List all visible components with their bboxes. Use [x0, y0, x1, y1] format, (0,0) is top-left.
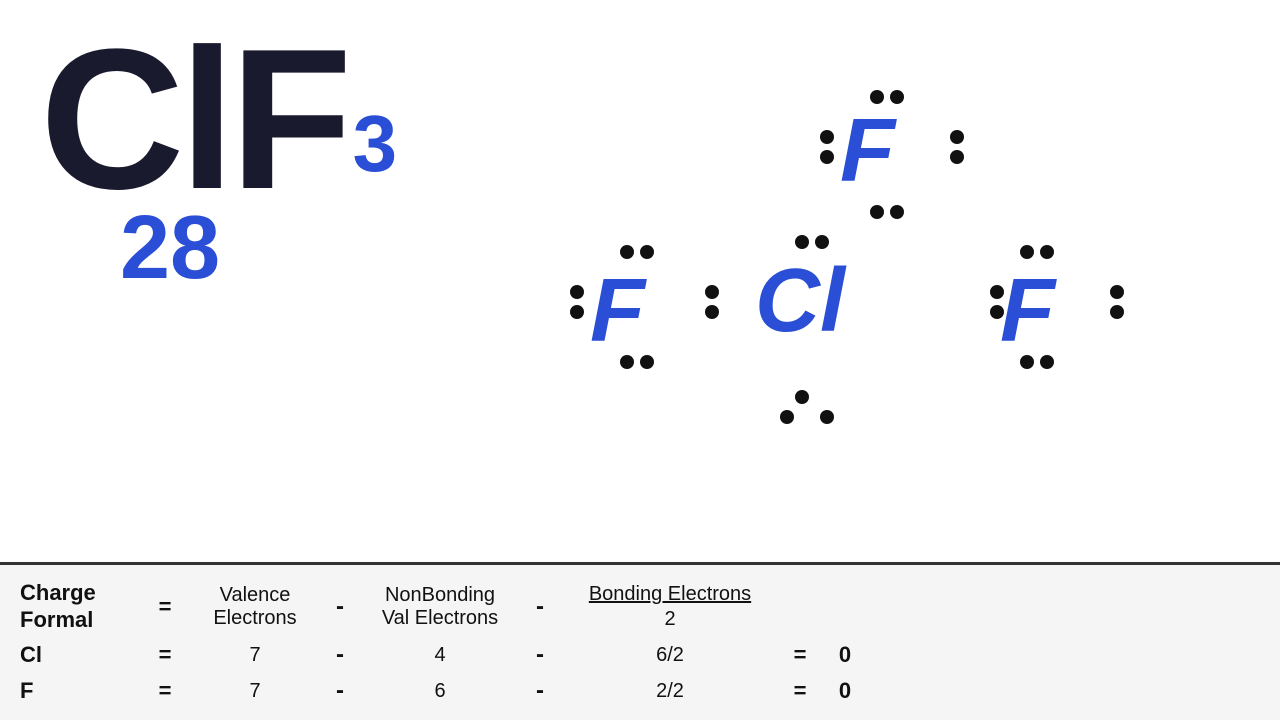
cl-eq2: = [780, 642, 820, 668]
dot [815, 235, 829, 249]
dot [870, 90, 884, 104]
dot [780, 410, 794, 424]
dot [990, 285, 1004, 299]
left-f-label: F [590, 260, 645, 363]
cl-nonbonding: 4 [360, 644, 520, 667]
dot [705, 285, 719, 299]
dot [1110, 305, 1124, 319]
dot [620, 355, 634, 369]
f-nonbonding: 6 [360, 680, 520, 703]
cl-element: Cl [20, 642, 140, 668]
header-equals: = [140, 594, 190, 620]
dot [990, 305, 1004, 319]
f-element: F [20, 678, 140, 704]
f-valence: 7 [190, 680, 320, 703]
electron-count: 28 [120, 197, 220, 300]
f-result: 0 [820, 678, 870, 704]
dot [640, 355, 654, 369]
dot [1040, 355, 1054, 369]
f-bonding-expr: 2/2 [560, 680, 780, 703]
minus1-header: - [320, 593, 360, 621]
cl-row: Cl = 7 - 4 - 6/2 = 0 [20, 641, 1260, 669]
cl-result: 0 [820, 642, 870, 668]
valence-header: ValenceElectrons [190, 584, 320, 630]
dot [1020, 245, 1034, 259]
f-minus2: - [520, 677, 560, 705]
cl-valence: 7 [190, 644, 320, 667]
nonbonding-header: NonBondingVal Electrons [360, 584, 520, 630]
dot [890, 90, 904, 104]
cl-eq: = [140, 642, 190, 668]
cl-minus2: - [520, 641, 560, 669]
dot [1110, 285, 1124, 299]
right-f-label: F [1000, 260, 1055, 363]
cl-label: Cl [755, 250, 845, 353]
bonding-denominator: 2 [664, 608, 675, 631]
dot [570, 285, 584, 299]
dot [640, 245, 654, 259]
lewis-diagram: F F Cl F [500, 60, 1250, 540]
f-minus1: - [320, 677, 360, 705]
formula-table: ChargeFormal = ValenceElectrons - NonBon… [0, 562, 1280, 720]
bonding-header: Bonding Electrons 2 [560, 583, 780, 631]
dot [870, 205, 884, 219]
charge-formal-label: ChargeFormal [20, 580, 140, 633]
molecule-title: ClF 3 28 [40, 20, 347, 220]
subscript-3: 3 [353, 98, 398, 190]
dot [950, 150, 964, 164]
dot [705, 305, 719, 319]
f-eq2: = [780, 678, 820, 704]
f-row: F = 7 - 6 - 2/2 = 0 [20, 677, 1260, 705]
dot [820, 130, 834, 144]
dot [620, 245, 634, 259]
table-header-row: ChargeFormal = ValenceElectrons - NonBon… [20, 580, 1260, 633]
top-f-label: F [840, 100, 895, 203]
dot [890, 205, 904, 219]
cl-bonding-expr: 6/2 [560, 644, 780, 667]
dot [570, 305, 584, 319]
dot [820, 150, 834, 164]
dot [1040, 245, 1054, 259]
dot [795, 235, 809, 249]
dot [950, 130, 964, 144]
f-eq: = [140, 678, 190, 704]
dot [795, 390, 809, 404]
dot [820, 410, 834, 424]
bonding-numerator: Bonding Electrons [589, 583, 751, 608]
minus2-header: - [520, 593, 560, 621]
cl-minus1: - [320, 641, 360, 669]
dot [1020, 355, 1034, 369]
